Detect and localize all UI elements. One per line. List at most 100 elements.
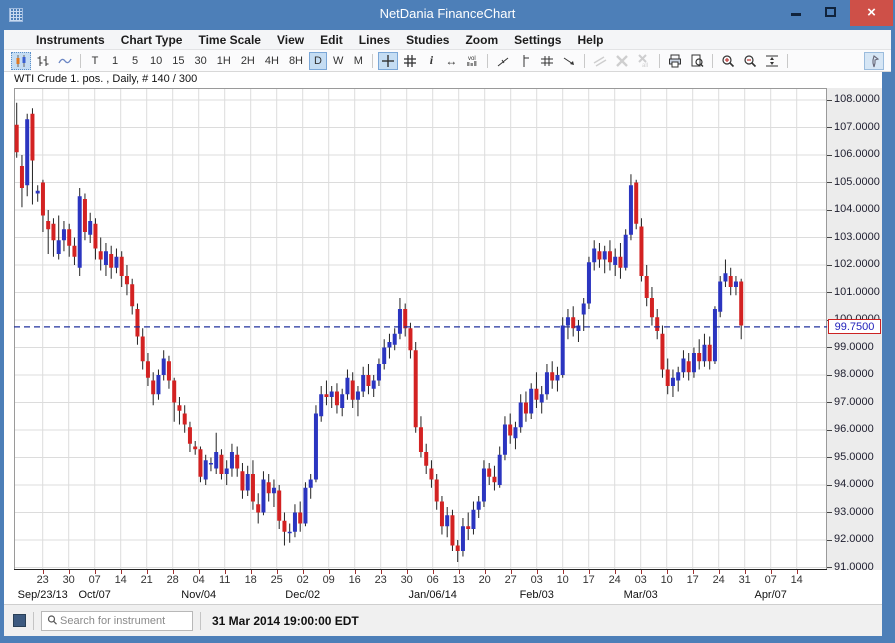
scroll-horizontal-icon[interactable]: ↔ bbox=[442, 52, 460, 70]
x-tick-label: 20 bbox=[479, 574, 491, 586]
price-axis[interactable]: 108.0000107.0000106.0000105.0000104.0000… bbox=[827, 88, 882, 570]
x-month-label: Nov/04 bbox=[181, 589, 216, 601]
timescale-30-button[interactable]: 30 bbox=[191, 52, 211, 70]
timescale-5-button[interactable]: 5 bbox=[126, 52, 144, 70]
x-tick-label: 16 bbox=[349, 574, 361, 586]
print-icon[interactable] bbox=[665, 52, 685, 70]
delete-all-icon[interactable]: all bbox=[634, 52, 654, 70]
crosshair-icon[interactable] bbox=[378, 52, 398, 70]
x-tick-label: 06 bbox=[427, 574, 439, 586]
zoom-in-icon[interactable] bbox=[718, 52, 738, 70]
x-tick-label: 24 bbox=[609, 574, 621, 586]
title-bar[interactable]: NetDania FinanceChart × bbox=[0, 0, 895, 30]
y-tick-mark bbox=[827, 402, 832, 403]
y-tick-label: 98.0000 bbox=[834, 368, 874, 380]
timescale-4H-button[interactable]: 4H bbox=[261, 52, 283, 70]
x-month-label: Oct/07 bbox=[78, 589, 110, 601]
minimize-icon bbox=[791, 13, 801, 16]
ohlc-bars-icon[interactable] bbox=[33, 52, 53, 70]
y-tick-mark bbox=[827, 182, 832, 183]
timescale-2H-button[interactable]: 2H bbox=[237, 52, 259, 70]
minimize-button[interactable] bbox=[781, 0, 811, 26]
y-tick-mark bbox=[827, 237, 832, 238]
y-tick-mark bbox=[827, 512, 832, 513]
close-button[interactable]: × bbox=[850, 0, 893, 26]
x-month-label: Feb/03 bbox=[520, 589, 554, 601]
x-tick-label: 11 bbox=[219, 574, 230, 586]
x-tick-label: 21 bbox=[141, 574, 153, 586]
menu-item-studies[interactable]: Studies bbox=[398, 30, 457, 50]
menu-item-instruments[interactable]: Instruments bbox=[28, 30, 113, 50]
x-month-label: Jan/06/14 bbox=[409, 589, 457, 601]
candlestick-plot[interactable] bbox=[14, 88, 827, 570]
status-bar: 31 Mar 2014 19:00:00 EDT bbox=[4, 604, 882, 636]
svg-text:all: all bbox=[642, 63, 648, 68]
timescale-T-button[interactable]: T bbox=[86, 52, 104, 70]
volume-icon[interactable]: vol bbox=[462, 52, 482, 70]
pin-button-wrap bbox=[863, 52, 885, 70]
info-icon[interactable]: i bbox=[422, 52, 440, 70]
timescale-8H-button[interactable]: 8H bbox=[285, 52, 307, 70]
menu-item-time-scale[interactable]: Time Scale bbox=[190, 30, 268, 50]
toolbar-separator bbox=[787, 54, 788, 68]
menu-item-settings[interactable]: Settings bbox=[506, 30, 569, 50]
x-tick-label: 07 bbox=[765, 574, 777, 586]
timescale-1-button[interactable]: 1 bbox=[106, 52, 124, 70]
y-tick-mark bbox=[827, 375, 832, 376]
y-tick-label: 97.0000 bbox=[834, 396, 874, 408]
timescale-W-button[interactable]: W bbox=[329, 52, 347, 70]
candlestick-chart-icon[interactable] bbox=[11, 52, 31, 70]
toolbar: T151015301H2H4H8HDWMi↔volall bbox=[4, 50, 891, 72]
maximize-button[interactable] bbox=[815, 0, 845, 26]
line-chart-icon[interactable] bbox=[55, 52, 75, 70]
print-preview-icon[interactable] bbox=[687, 52, 707, 70]
menu-item-chart-type[interactable]: Chart Type bbox=[113, 30, 191, 50]
y-tick-label: 106.0000 bbox=[834, 148, 880, 160]
menu-item-lines[interactable]: Lines bbox=[351, 30, 398, 50]
toolbar-separator bbox=[80, 54, 81, 68]
menu-item-zoom[interactable]: Zoom bbox=[457, 30, 506, 50]
y-tick-mark bbox=[827, 485, 832, 486]
status-timestamp: 31 Mar 2014 19:00:00 EDT bbox=[212, 614, 359, 628]
timescale-15-button[interactable]: 15 bbox=[168, 52, 188, 70]
parallel-lines-icon[interactable] bbox=[590, 52, 610, 70]
search-box[interactable] bbox=[41, 611, 193, 631]
timescale-D-button[interactable]: D bbox=[309, 52, 327, 70]
app-window: NetDania FinanceChart × InstrumentsChart… bbox=[0, 0, 895, 643]
x-tick-label: 23 bbox=[375, 574, 387, 586]
timescale-M-button[interactable]: M bbox=[349, 52, 367, 70]
time-axis[interactable]: 2330071421280411182502091623300613202703… bbox=[14, 570, 827, 604]
fit-vertical-icon[interactable] bbox=[762, 52, 782, 70]
x-month-label: Sep/23/13 bbox=[18, 589, 68, 601]
x-tick-label: 25 bbox=[271, 574, 283, 586]
toolbar-separator bbox=[487, 54, 488, 68]
grid-icon[interactable] bbox=[400, 52, 420, 70]
search-input[interactable] bbox=[60, 615, 180, 627]
y-tick-label: 92.0000 bbox=[834, 533, 874, 545]
timescale-10-button[interactable]: 10 bbox=[146, 52, 166, 70]
y-tick-mark bbox=[827, 347, 832, 348]
x-tick-label: 04 bbox=[193, 574, 205, 586]
toolbar-separator bbox=[659, 54, 660, 68]
zoom-out-icon[interactable] bbox=[740, 52, 760, 70]
delete-line-icon[interactable] bbox=[612, 52, 632, 70]
x-month-label: Mar/03 bbox=[624, 589, 658, 601]
trend-line-icon[interactable] bbox=[493, 52, 513, 70]
menu-item-help[interactable]: Help bbox=[569, 30, 611, 50]
search-icon bbox=[46, 614, 60, 628]
x-tick-label: 24 bbox=[713, 574, 725, 586]
menu-item-view[interactable]: View bbox=[269, 30, 312, 50]
timescale-1H-button[interactable]: 1H bbox=[213, 52, 235, 70]
pin-icon[interactable] bbox=[864, 52, 884, 70]
y-tick-label: 108.0000 bbox=[834, 93, 880, 105]
toolbar-separator bbox=[372, 54, 373, 68]
horizontal-line-icon[interactable] bbox=[537, 52, 557, 70]
y-tick-mark bbox=[827, 292, 832, 293]
toolbar-separator bbox=[584, 54, 585, 68]
vertical-line-icon[interactable] bbox=[515, 52, 535, 70]
menu-item-edit[interactable]: Edit bbox=[312, 30, 351, 50]
x-tick-label: 31 bbox=[739, 574, 751, 586]
y-tick-mark bbox=[827, 567, 832, 568]
current-price-label: 99.7500 bbox=[828, 319, 881, 334]
ray-icon[interactable] bbox=[559, 52, 579, 70]
